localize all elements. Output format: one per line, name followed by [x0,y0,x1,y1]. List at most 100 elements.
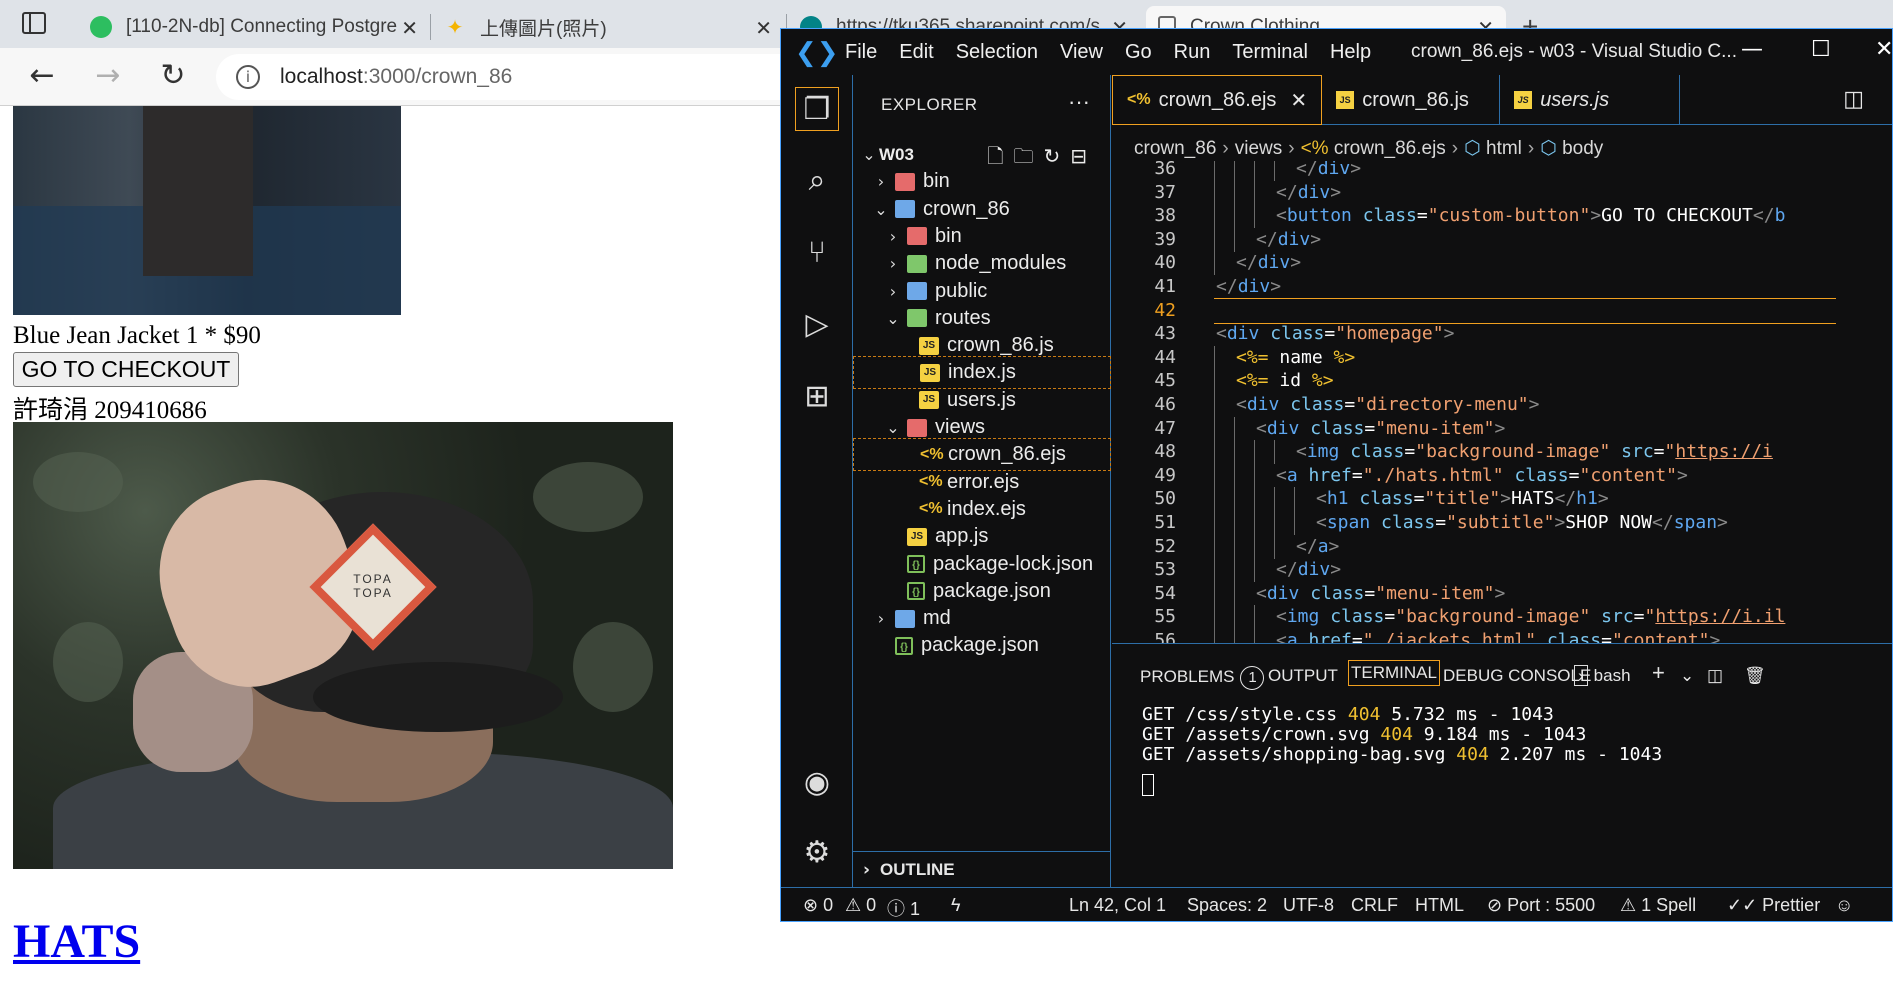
chevron-down-icon[interactable]: ⌄ [1680,666,1694,686]
chevron-right-icon[interactable]: › [883,254,903,273]
tree-item[interactable]: {} package.json [853,629,1111,662]
extensions-icon[interactable]: ⊞ [795,375,839,419]
status-language[interactable]: HTML [1415,895,1464,916]
status-encoding[interactable]: UTF-8 [1283,895,1334,916]
browser-tab-2[interactable]: ✦ 上傳圖片(照片) ✕ [432,6,784,48]
breadcrumb-item[interactable]: crown_86.ejs [1334,138,1446,159]
code-line[interactable]: 37 </div> [1112,180,1892,205]
status-spell[interactable]: ⚠ 1 Spell [1620,895,1696,916]
breadcrumb-item[interactable]: views [1235,138,1283,159]
terminal-shell-selector[interactable]: › bash [1574,665,1631,686]
breadcrumb-item[interactable]: html [1486,138,1522,159]
menu-go[interactable]: Go [1125,41,1152,64]
breadcrumb-item[interactable]: body [1562,138,1603,159]
breadcrumb-item[interactable]: crown_86 [1134,138,1216,159]
status-warnings[interactable]: ⚠ 0 [845,895,876,916]
settings-gear-icon[interactable]: ⚙ [795,831,839,875]
run-debug-icon[interactable]: ▷ [795,303,839,347]
info-icon[interactable]: i [236,65,260,89]
outline-section[interactable]: › OUTLINE [853,851,1111,887]
chevron-right-icon[interactable]: › [883,227,903,246]
code-line[interactable]: 52 </a> [1112,534,1892,559]
editor-tab-crown-js[interactable]: JS crown_86.js [1322,75,1501,125]
status-prettier[interactable]: ✓✓ Prettier [1727,895,1820,916]
close-icon[interactable]: ✕ [401,16,418,41]
line-number: 55 [1154,606,1176,628]
source-control-icon[interactable]: ⑂ [795,231,839,275]
menu-edit[interactable]: Edit [899,41,933,64]
code-line[interactable]: 49 <a href="./hats.html" class="content"> [1112,463,1892,488]
maximize-icon[interactable]: ☐ [1811,37,1831,62]
explorer-icon[interactable]: ❐ [795,87,839,131]
new-terminal-icon[interactable]: + [1652,660,1665,686]
debug-console-tab[interactable]: DEBUG CONSOLE [1443,666,1591,686]
tab-actions-icon[interactable] [22,12,46,34]
status-port[interactable]: ⊘ Port : 5500 [1487,895,1595,916]
menu-selection[interactable]: Selection [956,41,1038,64]
menu-view[interactable]: View [1060,41,1103,64]
close-icon[interactable]: ✕ [755,16,772,41]
forward-arrow-icon[interactable]: → [88,56,128,96]
code-line[interactable]: 56 <a href="./jackets.html" class="conten… [1112,629,1892,643]
chevron-down-icon[interactable]: ⌄ [883,309,903,328]
split-terminal-icon[interactable]: ◫ [1707,666,1723,686]
hats-link[interactable]: HATS [13,914,140,969]
close-window-icon[interactable]: ✕ [1875,37,1892,62]
editor-tab-users-js[interactable]: JS users.js [1500,75,1681,125]
chevron-down-icon[interactable]: ⌄ [871,200,891,219]
account-icon[interactable]: ◉ [795,761,839,805]
vscode-titlebar: ❮❯ File Edit Selection View Go Run Termi… [781,29,1892,75]
search-icon[interactable]: ⌕ [795,159,839,203]
status-eol[interactable]: CRLF [1351,895,1398,916]
feedback-icon[interactable]: ☺ [1835,895,1853,916]
menu-help[interactable]: Help [1330,41,1371,64]
status-spaces[interactable]: Spaces: 2 [1187,895,1267,916]
problems-tab[interactable]: PROBLEMS 1 [1140,666,1265,690]
code-line[interactable]: 41 </div> [1112,275,1892,299]
minimize-icon[interactable]: — [1741,37,1763,62]
editor-tab-crown-ejs[interactable]: <% crown_86.ejs ✕ [1112,75,1323,125]
output-tab[interactable]: OUTPUT [1268,666,1338,686]
code-token: div [1297,559,1331,581]
explorer-sidebar: EXPLORER ··· ⌄ W03 🗋🗀↻⊟ › bin ⌄ crown_86 › bin › n… [853,75,1111,887]
code-line[interactable]: 47 <div class="menu-item"> [1112,416,1892,441]
go-to-checkout-button[interactable]: GO TO CHECKOUT [13,352,239,387]
chevron-right-icon[interactable]: › [883,282,903,301]
browser-tab-1[interactable]: [110-2N-db] Connecting Postgre ✕ [78,6,430,48]
code-line[interactable]: 46 <div class="directory-menu"> [1112,393,1892,417]
menu-file[interactable]: File [845,41,877,64]
terminal-tab[interactable]: TERMINAL [1348,660,1440,686]
close-icon[interactable]: ✕ [1290,88,1307,113]
trash-icon[interactable]: 🗑 [1744,666,1766,686]
chevron-down-icon[interactable]: ⌄ [883,418,903,437]
code-line[interactable]: 45 <%= id %> [1112,369,1892,394]
code-line[interactable]: 40 </div> [1112,251,1892,276]
chevron-right-icon[interactable]: › [871,609,891,628]
status-info[interactable]: ⓘ 1 [887,895,920,921]
menu-terminal[interactable]: Terminal [1232,41,1308,64]
code-line[interactable]: 43 <div class="homepage"> [1112,322,1892,346]
chevron-right-icon[interactable]: › [871,172,891,191]
code-line[interactable]: 54 <div class="menu-item"> [1112,581,1892,606]
back-arrow-icon[interactable]: ← [22,56,62,96]
code-line[interactable]: 39 </div> [1112,227,1892,252]
chevron-down-icon[interactable]: ⌄ [859,145,879,164]
code-line[interactable]: 48 <img class="background-image" src="htt… [1112,440,1892,465]
status-position[interactable]: Ln 42, Col 1 [1069,895,1166,916]
line-number: 41 [1154,276,1176,297]
code-line[interactable]: 53 </div> [1112,558,1892,583]
code-line[interactable]: 42 [1112,299,1892,323]
more-actions-icon[interactable]: ··· [1068,89,1090,115]
code-line[interactable]: 55 <img class="background-image" src="htt… [1112,605,1892,630]
code-editor[interactable]: 36 </div> 37 </div> 38 <button class="custom-… [1112,161,1892,643]
reload-icon[interactable]: ↻ [153,56,193,96]
lightning-icon[interactable]: ϟ [951,895,961,916]
code-line[interactable]: 44 <%= name %> [1112,345,1892,370]
menu-run[interactable]: Run [1174,41,1211,64]
code-line[interactable]: 38 <button class="custom-button">GO TO CH… [1112,204,1892,229]
code-line[interactable]: 51 <span class="subtitle">SHOP NOW</span> [1112,511,1892,535]
status-errors[interactable]: ⊗ 0 [803,895,833,916]
code-line[interactable]: 50 <h1 class="title">HATS</h1> [1112,487,1892,512]
code-line[interactable]: 36 </div> [1112,161,1892,181]
split-editor-icon[interactable]: ◫ [1843,87,1864,112]
